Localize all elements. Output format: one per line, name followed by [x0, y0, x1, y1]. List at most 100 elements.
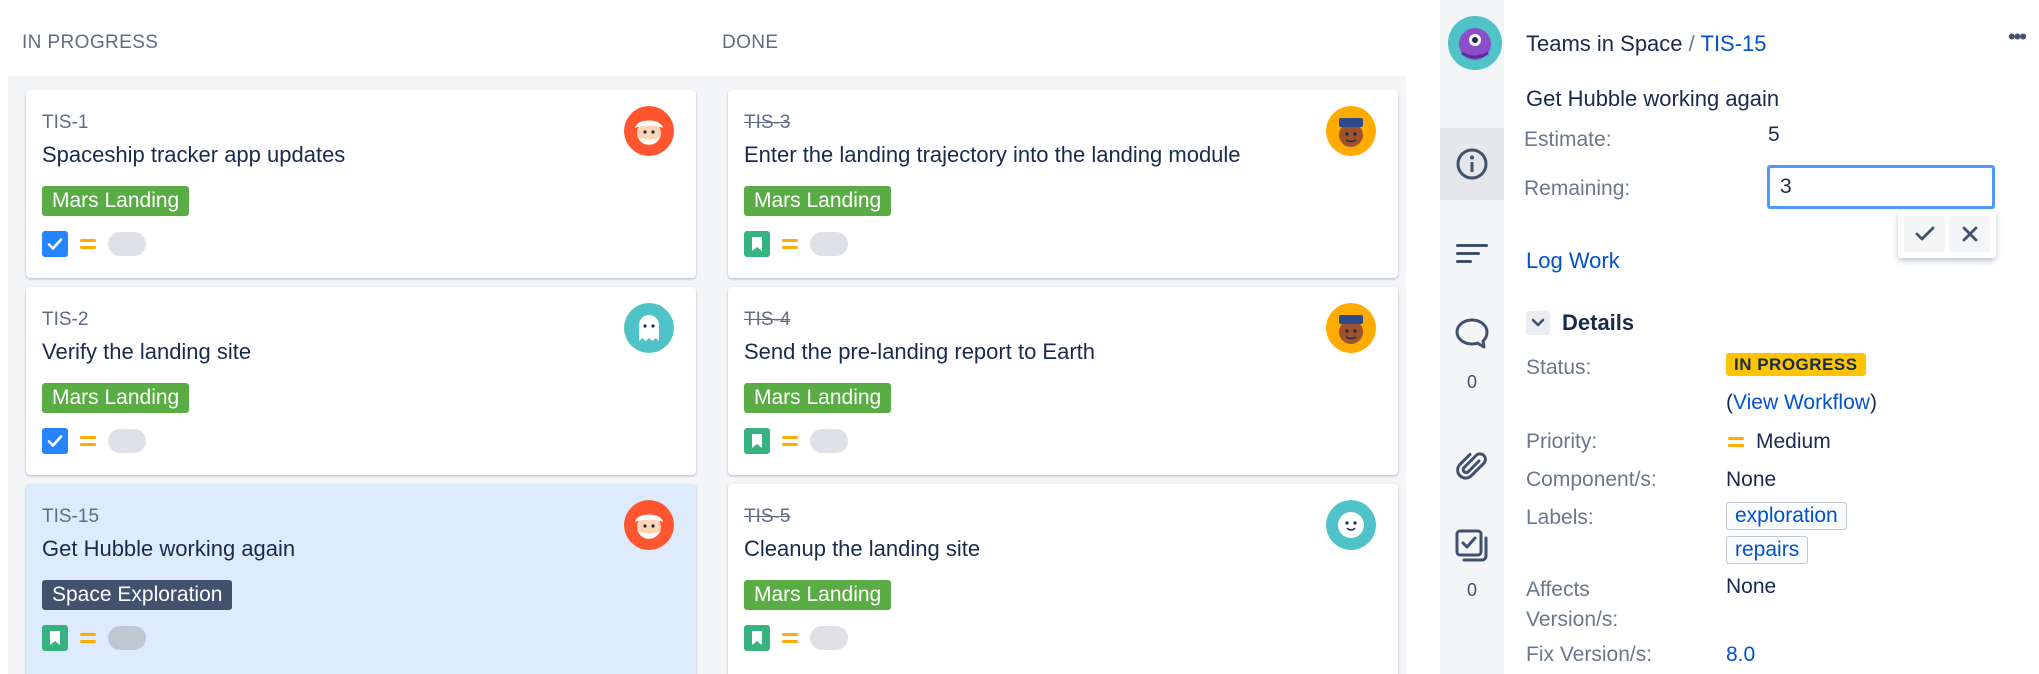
issue-card-tis-2[interactable]: TIS-2 Verify the landing site Mars Landi… [26, 287, 696, 475]
card-footer [744, 230, 848, 258]
column-title: DONE [722, 32, 779, 53]
priority-medium-icon [780, 431, 800, 451]
component-value[interactable]: None [1726, 468, 1776, 492]
more-actions-button[interactable]: ••• [2008, 24, 2027, 50]
assignee-avatar[interactable] [624, 106, 674, 156]
priority-medium-icon [780, 234, 800, 254]
subtasks-icon [1455, 529, 1488, 562]
assignee-avatar[interactable] [624, 303, 674, 353]
fix-version-label: Fix Version/s: [1526, 643, 1653, 666]
card-footer [42, 230, 146, 258]
priority-value: Medium [1756, 430, 1831, 453]
info-tab[interactable] [1440, 128, 1504, 200]
card-footer [744, 624, 848, 652]
issue-card-tis-1[interactable]: TIS-1 Spaceship tracker app updates Mars… [26, 90, 696, 278]
card-footer [42, 427, 146, 455]
label-tag[interactable]: repairs [1726, 536, 1809, 564]
affects-value[interactable]: None [1726, 575, 1776, 599]
affects-label: Affects Version/s: [1526, 575, 1618, 635]
issue-summary: Verify the landing site [42, 339, 252, 364]
estimate-pill [108, 429, 146, 453]
story-icon [42, 625, 68, 651]
story-icon [744, 625, 770, 651]
project-avatar[interactable] [1448, 16, 1502, 70]
view-workflow-link[interactable]: View Workflow [1733, 391, 1870, 414]
estimate-label: Estimate: [1524, 128, 1612, 151]
detail-nav-rail: 0 0 [1440, 0, 1504, 674]
details-title: Details [1562, 310, 1635, 335]
close-icon [1962, 226, 1977, 242]
issue-summary-title[interactable]: Get Hubble working again [1526, 86, 1779, 112]
affects-label-line-1: Affects [1526, 578, 1590, 601]
story-icon [744, 231, 770, 257]
priority-medium-icon [1726, 432, 1746, 452]
estimate-pill [810, 232, 848, 256]
assignee-avatar[interactable] [1326, 500, 1376, 550]
log-work-link[interactable]: Log Work [1526, 248, 1620, 274]
remaining-label: Remaining: [1524, 177, 1631, 200]
issue-key: TIS-15 [42, 506, 100, 527]
estimate-pill [810, 626, 848, 650]
column-title: IN PROGRESS [22, 32, 159, 53]
breadcrumb-project[interactable]: Teams in Space [1526, 31, 1683, 56]
priority-label: Priority: [1526, 430, 1598, 453]
estimate-pill [108, 626, 146, 650]
chevron-down-icon [1526, 311, 1550, 335]
priority-medium-icon [780, 628, 800, 648]
priority-medium-icon [78, 431, 98, 451]
issue-card-tis-15[interactable]: TIS-15 Get Hubble working again Space Ex… [26, 484, 696, 674]
detail-content: Teams in Space / TIS-15 ••• Get Hubble w… [1504, 0, 2039, 674]
paren-close: ) [1869, 391, 1877, 414]
issue-summary: Spaceship tracker app updates [42, 142, 346, 167]
subtasks-count: 0 [1466, 580, 1477, 600]
fix-version-value[interactable]: 8.0 [1726, 643, 1755, 667]
issue-key: TIS-3 [744, 112, 791, 133]
issue-key: TIS-5 [744, 506, 791, 527]
status-badge[interactable]: IN PROGRESS [1726, 353, 1866, 376]
assignee-avatar[interactable] [624, 500, 674, 550]
comments-count: 0 [1466, 372, 1477, 392]
activity-tab[interactable] [1440, 218, 1504, 290]
assignee-avatar[interactable] [1326, 303, 1376, 353]
attachments-tab[interactable] [1440, 430, 1504, 502]
issue-summary: Enter the landing trajectory into the la… [744, 142, 1241, 167]
issue-detail-panel: 0 0 Teams in Space / TIS-15 ••• Get Hubb… [1440, 0, 2039, 674]
epic-label: Mars Landing [744, 383, 892, 413]
breadcrumb-separator: / [1688, 31, 1695, 56]
assignee-avatar[interactable] [1326, 106, 1376, 156]
breadcrumb: Teams in Space / TIS-15 [1526, 31, 1767, 57]
details-section-toggle[interactable]: Details [1526, 310, 1634, 336]
estimate-pill [108, 232, 146, 256]
confirm-button[interactable] [1904, 216, 1945, 252]
comments-tab[interactable] [1440, 304, 1504, 364]
labels-list: exploration repairs [1726, 502, 1847, 564]
column-in-progress: IN PROGRESS TIS-1 Spaceship tracker app … [0, 0, 710, 674]
estimate-pill [810, 429, 848, 453]
remaining-input[interactable] [1767, 165, 1995, 209]
paren-open: ( [1726, 391, 1733, 414]
label-tag[interactable]: exploration [1726, 502, 1847, 530]
issue-summary: Get Hubble working again [42, 536, 296, 561]
issue-card-tis-4[interactable]: TIS-4 Send the pre-landing report to Ear… [728, 287, 1398, 475]
epic-label: Space Exploration [42, 580, 233, 610]
issue-key: TIS-1 [42, 112, 89, 133]
estimate-value[interactable]: 5 [1768, 123, 1780, 147]
task-icon [42, 231, 68, 257]
status-label: Status: [1526, 356, 1592, 379]
comment-icon [1455, 318, 1489, 349]
status-lozenge: IN PROGRESS [1726, 353, 1866, 376]
check-icon [1915, 226, 1934, 241]
issue-card-tis-3[interactable]: TIS-3 Enter the landing trajectory into … [728, 90, 1398, 278]
subtasks-tab[interactable] [1440, 516, 1504, 576]
epic-label: Mars Landing [744, 580, 892, 610]
cancel-button[interactable] [1949, 216, 1990, 252]
story-icon [744, 428, 770, 454]
activity-icon [1456, 244, 1488, 263]
issue-key: TIS-4 [744, 309, 791, 330]
breadcrumb-issue-key[interactable]: TIS-15 [1701, 31, 1767, 56]
epic-label: Mars Landing [42, 186, 190, 216]
priority-field[interactable]: Medium [1726, 430, 1831, 454]
issue-card-tis-5[interactable]: TIS-5 Cleanup the landing site Mars Land… [728, 484, 1398, 674]
labels-label: Labels: [1526, 506, 1594, 529]
info-icon [1456, 148, 1488, 180]
